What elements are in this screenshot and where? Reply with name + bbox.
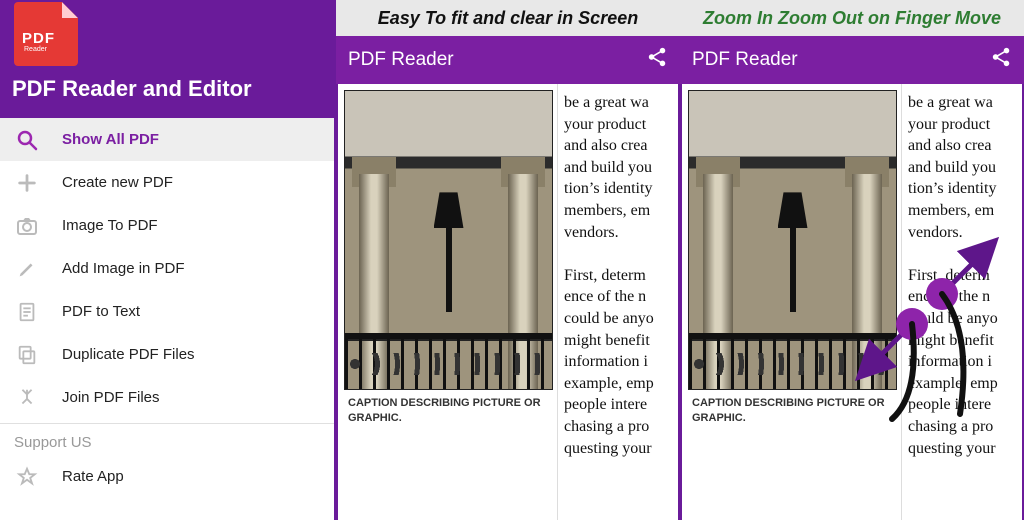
search-icon <box>14 127 40 153</box>
copy-icon <box>14 342 40 368</box>
picture-column: Caption describing picture or graphic. <box>682 84 902 520</box>
drawer-title: PDF Reader and Editor <box>12 74 322 104</box>
picture-column: Caption describing picture or graphic. <box>338 84 558 520</box>
pen-icon <box>14 256 40 282</box>
reader-appbar: PDF Reader <box>680 36 1024 84</box>
menu-item-image-to-pdf[interactable]: Image To PDF <box>0 204 334 247</box>
document-text: be a great wa your product and also crea… <box>902 84 1022 520</box>
reader-appbar: PDF Reader <box>336 36 680 84</box>
star-icon <box>14 464 40 490</box>
logo-subtext: Reader <box>24 46 47 53</box>
share-icon[interactable] <box>990 46 1012 74</box>
reader-body[interactable]: Caption describing picture or graphic. b… <box>682 84 1022 520</box>
menu-item-label: Create new PDF <box>62 174 173 191</box>
menu-item-label: Join PDF Files <box>62 389 160 406</box>
menu-item-label: PDF to Text <box>62 303 140 320</box>
image-caption: Caption describing picture or graphic. <box>688 390 897 432</box>
app-logo: PDF Reader <box>14 2 78 66</box>
logo-text: PDF <box>22 30 55 47</box>
app-drawer-panel: PDF Reader PDF Reader and Editor Show Al… <box>0 0 336 520</box>
menu-item-label: Rate App <box>62 468 124 485</box>
appbar-title: PDF Reader <box>692 49 798 71</box>
menu-item-duplicate-pdf-files[interactable]: Duplicate PDF Files <box>0 333 334 376</box>
document-text: be a great wa your product and also crea… <box>558 84 678 520</box>
share-icon[interactable] <box>646 46 668 74</box>
menu-item-label: Add Image in PDF <box>62 260 185 277</box>
doc-icon <box>14 299 40 325</box>
camera-icon <box>14 213 40 239</box>
menu-item-create-new-pdf[interactable]: Create new PDF <box>0 161 334 204</box>
merge-icon <box>14 385 40 411</box>
drawer-menu: Show All PDF Create new PDF Image To PDF Ad… <box>0 118 334 520</box>
menu-item-pdf-to-text[interactable]: PDF to Text <box>0 290 334 333</box>
menu-item-join-pdf-files[interactable]: Join PDF Files <box>0 376 334 419</box>
menu-item-label: Show All PDF <box>62 131 159 148</box>
screenshot-panel-fit: Easy To fit and clear in Screen PDF Read… <box>336 0 680 520</box>
document-image <box>344 90 553 390</box>
document-image <box>688 90 897 390</box>
screenshot-panel-zoom: Zoom In Zoom Out on Finger Move PDF Read… <box>680 0 1024 520</box>
menu-item-add-image-in-pdf[interactable]: Add Image in PDF <box>0 247 334 290</box>
menu-item-label: Duplicate PDF Files <box>62 346 195 363</box>
section-label: Support US <box>0 423 334 455</box>
drawer-header: PDF Reader PDF Reader and Editor <box>0 0 334 118</box>
image-caption: Caption describing picture or graphic. <box>344 390 553 432</box>
appbar-title: PDF Reader <box>348 49 454 71</box>
menu-item-rate-app[interactable]: Rate App <box>0 455 334 498</box>
plus-icon <box>14 170 40 196</box>
menu-item-show-all-pdf[interactable]: Show All PDF <box>0 118 334 161</box>
reader-body[interactable]: Caption describing picture or graphic. b… <box>338 84 678 520</box>
panel-caption: Easy To fit and clear in Screen <box>336 0 680 36</box>
menu-item-label: Image To PDF <box>62 217 158 234</box>
panel-caption: Zoom In Zoom Out on Finger Move <box>680 0 1024 36</box>
